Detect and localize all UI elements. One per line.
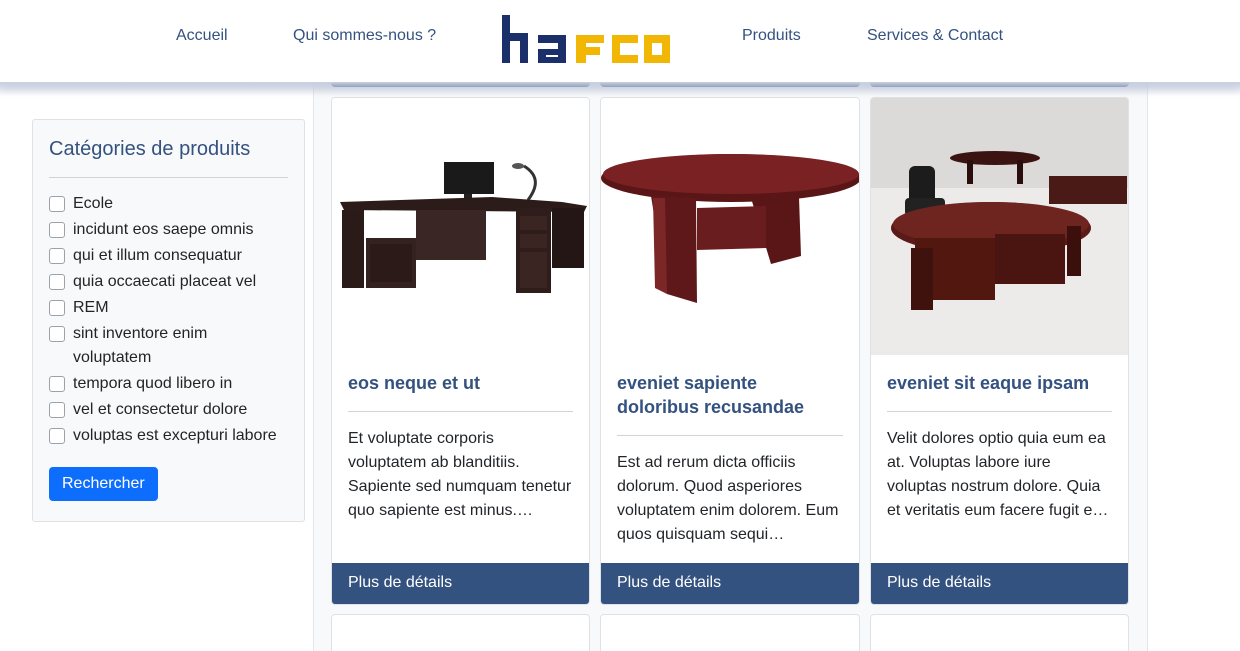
category-item[interactable]: sint inventore enim voluptatem	[49, 322, 288, 370]
hafco-logo[interactable]	[500, 13, 672, 65]
category-label: REM	[73, 299, 109, 316]
next-product-card	[600, 614, 860, 651]
category-checkbox[interactable]	[49, 222, 65, 238]
product-description: Est ad rerum dicta officiis dolorum. Quo…	[617, 454, 839, 543]
category-checkbox[interactable]	[49, 196, 65, 212]
category-label: tempora quod libero in	[73, 375, 233, 392]
category-label: qui et illum consequatur	[73, 247, 242, 264]
product-image-l-desk[interactable]	[332, 98, 589, 355]
product-image-executive-office[interactable]	[871, 98, 1128, 355]
product-card: eveniet sit eaque ipsam Velit dolores op…	[870, 97, 1129, 605]
category-label: quia occaecati placeat vel	[73, 273, 257, 290]
category-label: sint inventore enim voluptatem	[73, 325, 208, 366]
category-checkbox[interactable]	[49, 326, 65, 342]
category-item[interactable]: tempora quod libero in	[49, 372, 288, 396]
category-checkbox[interactable]	[49, 248, 65, 264]
category-item[interactable]: voluptas est excepturi labore	[49, 424, 288, 448]
product-description: Et voluptate corporis voluptatem ab blan…	[348, 430, 572, 519]
next-product-card	[870, 614, 1129, 651]
site-header: Accueil Qui sommes-nous ? Produits Servi…	[0, 0, 1240, 96]
nav-products-link[interactable]: Produits	[742, 27, 801, 45]
product-card: eos neque et ut Et voluptate corporis vo…	[331, 97, 590, 605]
category-filter-panel: Catégories de produits Ecole incidunt eo…	[32, 119, 305, 522]
category-checkbox[interactable]	[49, 428, 65, 444]
category-label: Ecole	[73, 195, 114, 212]
category-item[interactable]: incidunt eos saepe omnis	[49, 218, 288, 242]
product-card: eveniet sapiente doloribus recusandae Es…	[600, 97, 860, 605]
card-divider	[348, 411, 573, 412]
category-checkbox[interactable]	[49, 300, 65, 316]
category-label: vel et consectetur dolore	[73, 401, 248, 418]
category-item[interactable]: vel et consectetur dolore	[49, 398, 288, 422]
category-checkbox[interactable]	[49, 402, 65, 418]
product-title[interactable]: eveniet sit eaque ipsam	[887, 371, 1112, 395]
card-divider	[887, 411, 1112, 412]
details-button[interactable]: Plus de détails	[332, 563, 589, 604]
details-button[interactable]: Plus de détails	[601, 563, 859, 604]
product-title[interactable]: eos neque et ut	[348, 371, 573, 395]
product-image-conference-table[interactable]	[601, 98, 859, 355]
details-button[interactable]: Plus de détails	[871, 563, 1128, 604]
category-label: voluptas est excepturi labore	[73, 427, 277, 444]
search-button[interactable]: Rechercher	[49, 467, 158, 501]
product-title[interactable]: eveniet sapiente doloribus recusandae	[617, 371, 843, 419]
sidebar-title: Catégories de produits	[49, 138, 251, 160]
category-label: incidunt eos saepe omnis	[73, 221, 254, 238]
category-item[interactable]: REM	[49, 296, 288, 320]
product-description: Velit dolores optio quia eum ea at. Volu…	[887, 430, 1109, 519]
category-item[interactable]: quia occaecati placeat vel	[49, 270, 288, 294]
category-checkbox[interactable]	[49, 376, 65, 392]
category-item[interactable]: Ecole	[49, 192, 288, 216]
sidebar-divider	[49, 177, 288, 178]
card-divider	[617, 435, 843, 436]
category-item[interactable]: qui et illum consequatur	[49, 244, 288, 268]
nav-home-link[interactable]: Accueil	[176, 27, 228, 45]
next-product-card	[331, 614, 590, 651]
nav-contact-link[interactable]: Services & Contact	[867, 27, 1003, 45]
nav-about-link[interactable]: Qui sommes-nous ?	[293, 27, 436, 45]
category-checkbox[interactable]	[49, 274, 65, 290]
category-list: Ecole incidunt eos saepe omnis qui et il…	[49, 192, 288, 448]
